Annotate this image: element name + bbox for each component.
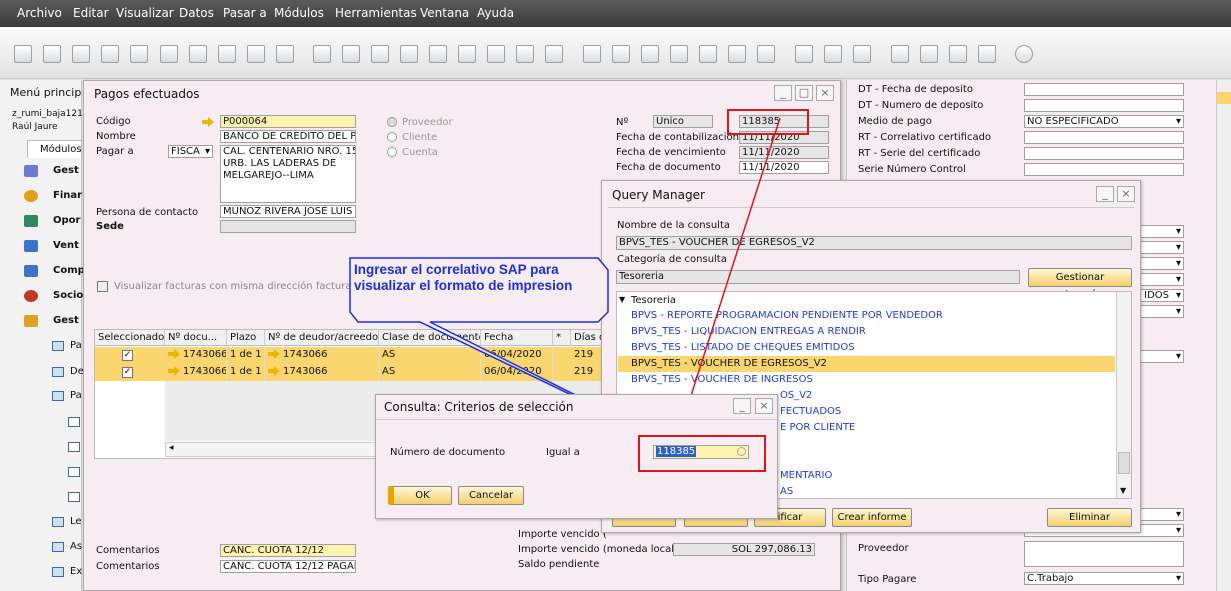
minimize-icon[interactable]: _ <box>733 398 751 414</box>
highlight-box-criteria-value <box>638 435 766 472</box>
cancel-button[interactable]: Cancelar <box>458 486 524 505</box>
annotation-arrow <box>679 117 781 431</box>
ok-button[interactable]: OK <box>388 486 452 505</box>
numero-documento-label: Número de documento <box>390 447 506 458</box>
divider <box>376 419 777 420</box>
callout-text: Ingresar el correlativo SAP para visuali… <box>354 262 573 293</box>
operator-label: Igual a <box>546 447 580 458</box>
dialog-title: Consulta: Criterios de selección <box>384 400 574 414</box>
highlight-box-document-number <box>727 109 809 135</box>
close-icon[interactable]: × <box>755 398 773 414</box>
